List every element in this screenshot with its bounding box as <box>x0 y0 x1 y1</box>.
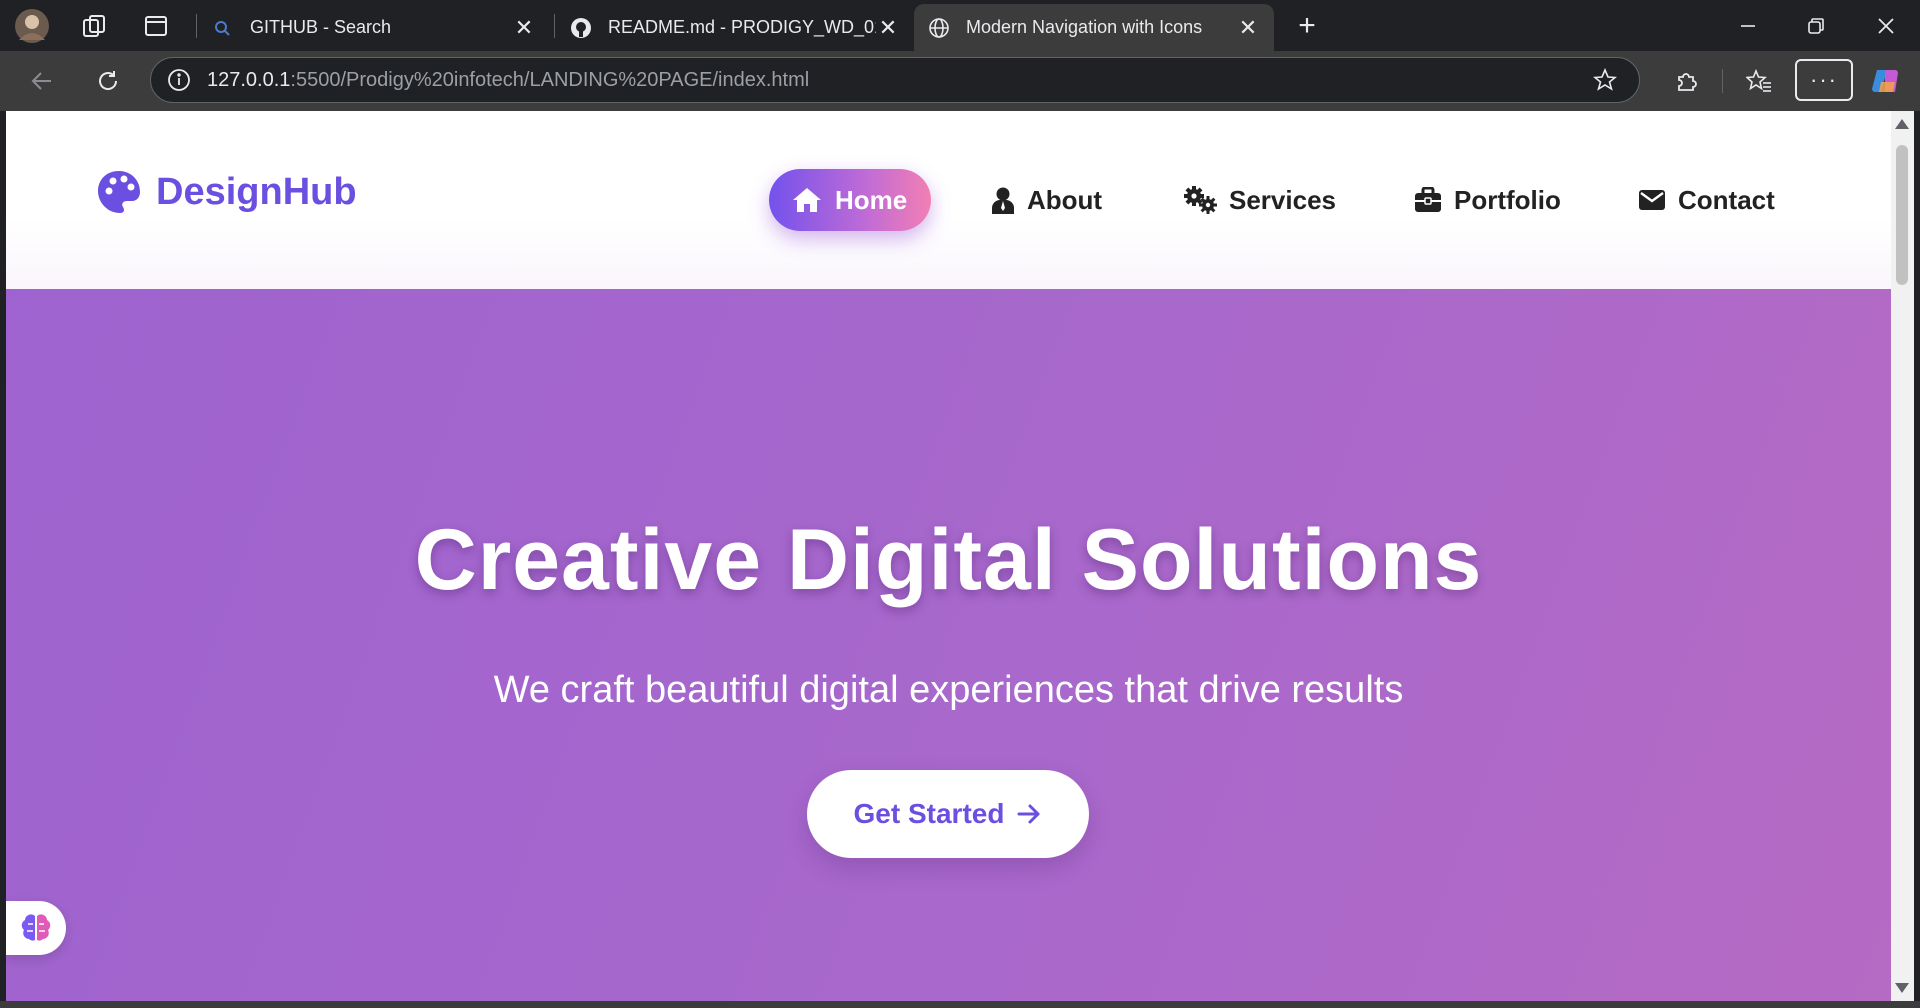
restore-icon <box>1808 17 1824 34</box>
copilot-icon <box>1872 70 1898 92</box>
tab-github-search[interactable]: GITHUB - Search ✕ <box>200 4 550 51</box>
search-favicon-icon <box>214 20 236 36</box>
browser-title-bar: GITHUB - Search ✕ README.md - PRODIGY_WD… <box>0 0 1920 51</box>
nav-about[interactable]: About <box>991 169 1102 231</box>
tab-title: Modern Navigation with Icons <box>966 17 1203 37</box>
nav-contact[interactable]: Contact <box>1638 169 1775 231</box>
hero-title: Creative Digital Solutions <box>414 512 1483 608</box>
more-dots-icon: ··· <box>1810 67 1838 92</box>
tab-title: README.md - PRODIGY_WD_01 [ <box>608 17 876 37</box>
nav-services-label: Services <box>1229 184 1336 215</box>
tab-separator <box>196 14 197 38</box>
briefcase-icon <box>1414 187 1442 213</box>
nav-portfolio[interactable]: Portfolio <box>1414 169 1561 231</box>
nav-portfolio-label: Portfolio <box>1454 184 1561 215</box>
brand-name: DesignHub <box>156 170 357 213</box>
close-tab-icon[interactable]: ✕ <box>876 15 900 41</box>
workspaces-icon[interactable] <box>74 0 114 51</box>
url-text[interactable]: 127.0.0.1:5500/Prodigy%20infotech/LANDIN… <box>207 69 809 92</box>
ai-assistant-widget[interactable] <box>6 901 66 955</box>
minimize-button[interactable] <box>1714 0 1782 51</box>
user-icon <box>991 186 1015 214</box>
scroll-down-arrow-icon[interactable] <box>1895 983 1909 993</box>
brand-logo[interactable]: DesignHub <box>96 169 357 215</box>
browser-toolbar: 127.0.0.1:5500/Prodigy%20infotech/LANDIN… <box>0 51 1920 111</box>
address-bar[interactable]: 127.0.0.1:5500/Prodigy%20infotech/LANDIN… <box>150 57 1640 103</box>
favorites-button[interactable] <box>1734 51 1784 111</box>
back-arrow-icon <box>31 72 51 90</box>
palette-icon <box>98 171 140 213</box>
back-button[interactable] <box>17 51 67 111</box>
tab-actions-icon[interactable] <box>136 0 176 51</box>
nav-services[interactable]: Services <box>1183 169 1336 231</box>
nav-home-label: Home <box>835 184 908 215</box>
get-started-label: Get Started <box>853 798 1005 829</box>
page-viewport: DesignHub Home About Services Portfolio … <box>6 111 1891 1001</box>
tab-readme[interactable]: README.md - PRODIGY_WD_01 [ ✕ <box>556 4 914 51</box>
close-icon <box>1878 17 1894 34</box>
url-path: :5500/Prodigy%20infotech/LANDING%20PAGE/… <box>290 68 810 91</box>
close-tab-icon[interactable]: ✕ <box>1236 15 1260 41</box>
site-info-icon[interactable] <box>151 68 207 92</box>
restore-button[interactable] <box>1782 0 1850 51</box>
puzzle-icon <box>1678 73 1697 91</box>
globe-favicon-icon <box>928 17 952 39</box>
reload-icon <box>99 71 118 90</box>
favorite-star-icon[interactable] <box>1592 67 1618 97</box>
site-navbar: DesignHub Home About Services Portfolio … <box>6 111 1891 289</box>
github-favicon-icon <box>570 17 594 39</box>
settings-more-button[interactable]: ··· <box>1795 59 1853 101</box>
scroll-thumb[interactable] <box>1896 145 1908 285</box>
page-scrollbar[interactable] <box>1891 111 1914 1001</box>
get-started-button[interactable]: Get Started <box>807 770 1089 858</box>
tab-separator <box>554 14 555 38</box>
gears-icon <box>1183 186 1217 214</box>
nav-contact-label: Contact <box>1678 184 1775 215</box>
toolbar-separator <box>1722 69 1723 93</box>
home-icon <box>791 186 823 214</box>
reload-button[interactable] <box>83 51 133 111</box>
nav-about-label: About <box>1027 184 1103 215</box>
brain-icon <box>21 914 51 941</box>
window-bottom-border <box>0 1001 1920 1008</box>
tab-title: GITHUB - Search <box>250 17 392 37</box>
hero-subtitle: We craft beautiful digital experiences t… <box>493 669 1404 711</box>
envelope-icon <box>1638 189 1666 211</box>
url-host: 127.0.0.1 <box>207 68 291 91</box>
copilot-button[interactable] <box>1861 51 1911 111</box>
scroll-up-arrow-icon[interactable] <box>1895 119 1909 129</box>
profile-avatar[interactable] <box>10 0 54 51</box>
new-tab-button[interactable]: + <box>1272 0 1342 51</box>
favorites-list-icon <box>1746 68 1771 92</box>
arrow-right-icon <box>1016 802 1042 826</box>
tab-modern-navigation[interactable]: Modern Navigation with Icons ✕ <box>914 4 1274 51</box>
new-tab-plus-icon: + <box>1298 8 1316 42</box>
minimize-icon <box>1741 24 1755 27</box>
nav-home[interactable]: Home <box>769 169 931 231</box>
close-tab-icon[interactable]: ✕ <box>512 15 536 41</box>
extensions-button[interactable] <box>1661 51 1711 111</box>
close-window-button[interactable] <box>1852 0 1920 51</box>
